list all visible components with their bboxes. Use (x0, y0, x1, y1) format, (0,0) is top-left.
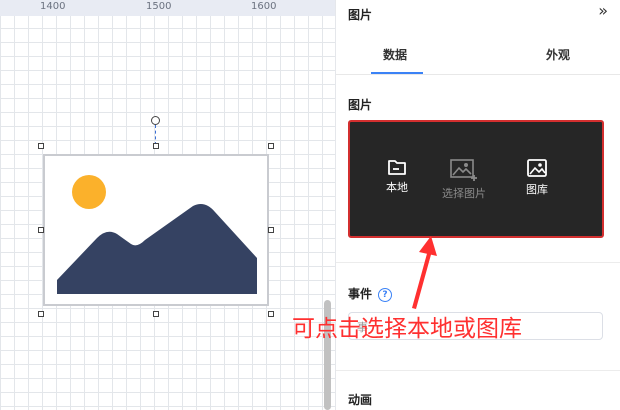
section-divider (336, 262, 620, 263)
resize-handle-w[interactable] (38, 227, 44, 233)
sun-icon (72, 175, 106, 209)
placeholder-image-icon (57, 175, 257, 294)
tab-appearance[interactable]: 外观 (546, 46, 570, 63)
resize-handle-nw[interactable] (38, 143, 44, 149)
gallery-icon (527, 159, 547, 177)
resize-handle-n[interactable] (153, 143, 159, 149)
panel-title: 图片 (348, 8, 373, 22)
resize-handle-ne[interactable] (268, 143, 274, 149)
resize-handle-e[interactable] (268, 227, 274, 233)
select-image-label: 选择图片 (442, 187, 486, 200)
resize-handle-se[interactable] (268, 311, 274, 317)
ruler-tick: 1500 (146, 1, 172, 12)
animation-section-label: 动画 (348, 393, 373, 407)
gallery-label: 图库 (526, 183, 548, 196)
resize-handle-sw[interactable] (38, 311, 44, 317)
image-add-icon (450, 159, 477, 181)
property-panel: 图片 » 数据 外观 图片 本地 选择图片 图库 事件 ? 事 动画 (336, 0, 620, 410)
image-source-selector: 本地 选择图片 图库 (348, 120, 604, 238)
horizontal-ruler: 1400 1500 1600 (0, 0, 336, 16)
rotate-connector (155, 125, 156, 145)
tab-data[interactable]: 数据 (383, 46, 407, 63)
annotation-text: 可点击选择本地或图库 (292, 316, 522, 342)
image-component[interactable] (43, 154, 269, 306)
collapse-panel-icon[interactable]: » (598, 1, 608, 20)
select-image-button[interactable]: 选择图片 (442, 158, 486, 201)
event-section-label: 事件? (348, 285, 393, 302)
mountain-icon (57, 204, 257, 294)
rotate-handle[interactable] (151, 116, 160, 125)
ruler-tick: 1600 (251, 1, 277, 12)
folder-icon (388, 160, 406, 175)
event-label: 事件 (348, 287, 373, 301)
section-divider (336, 370, 620, 371)
gallery-button[interactable]: 图库 (526, 158, 548, 197)
tabs-divider (336, 74, 620, 75)
ruler-tick: 1400 (40, 1, 66, 12)
image-section-label: 图片 (348, 98, 373, 112)
resize-handle-s[interactable] (153, 311, 159, 317)
local-upload-label: 本地 (386, 181, 408, 194)
design-canvas[interactable]: 1400 1500 1600 (0, 0, 336, 410)
help-icon[interactable]: ? (378, 287, 393, 302)
local-upload-button[interactable]: 本地 (386, 158, 408, 195)
